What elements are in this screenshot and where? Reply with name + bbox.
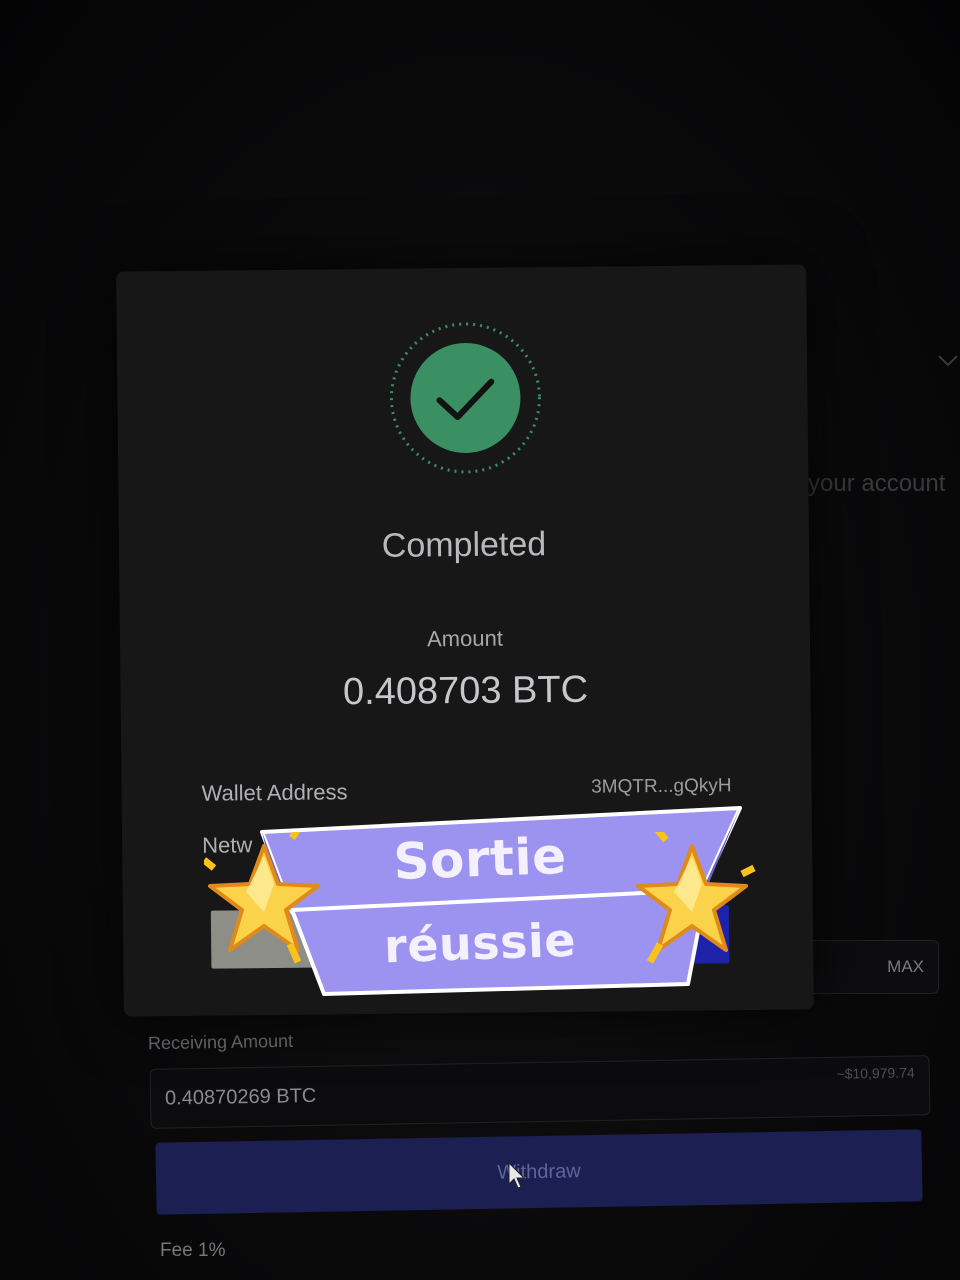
- screen: your account MAX Receiving Amount 0.4087…: [0, 0, 960, 1280]
- receiving-amount-usd: ~$10,979.74: [836, 1064, 915, 1082]
- fee-label: Fee 1%: [160, 1240, 226, 1261]
- status-title: Completed: [381, 525, 547, 565]
- receiving-amount-value: 0.40870269 BTC: [164, 1084, 317, 1110]
- checkmark-icon: [389, 322, 541, 474]
- success-sticker: Sortie réussie: [200, 798, 760, 1008]
- wallet-address-value: 3MQTR...gQkyH: [591, 775, 732, 798]
- chevron-down-icon[interactable]: [936, 348, 960, 372]
- mouse-cursor-icon: [508, 1162, 526, 1189]
- account-text: your account: [808, 470, 946, 497]
- max-button[interactable]: MAX: [887, 957, 924, 977]
- amount-value: 0.408703 BTC: [342, 668, 589, 714]
- receiving-amount-label: Receiving Amount: [147, 1030, 294, 1054]
- receiving-amount-field: 0.40870269 BTC ~$10,979.74: [149, 1055, 931, 1129]
- amount-label: Amount: [426, 625, 504, 652]
- withdraw-button[interactable]: Withdraw: [155, 1129, 923, 1215]
